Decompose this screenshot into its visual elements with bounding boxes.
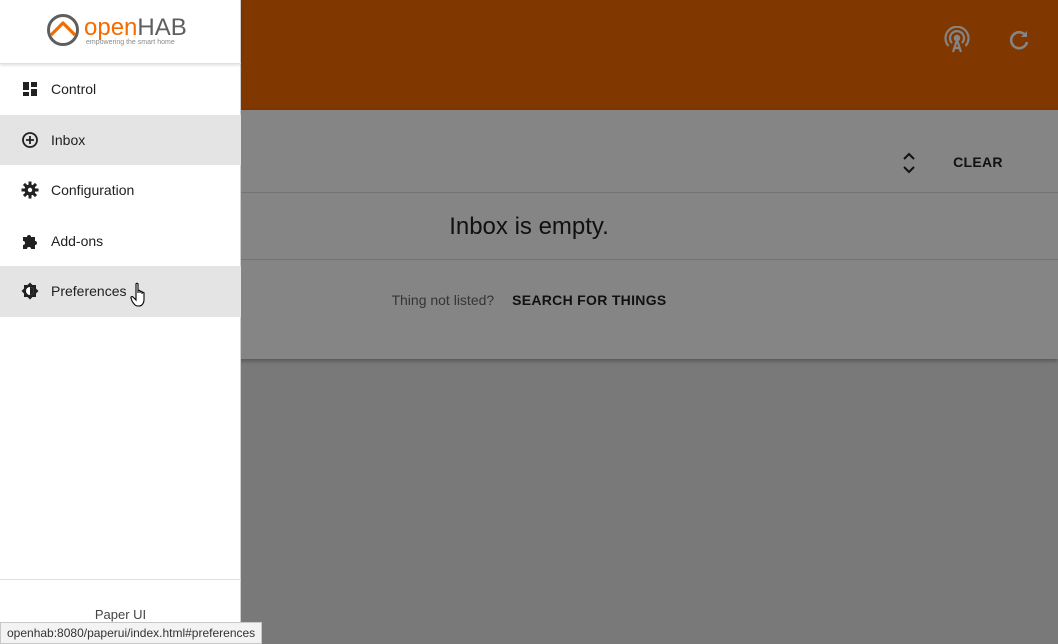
browser-status-bar: openhab:8080/paperui/index.html#preferen… [0, 622, 263, 644]
logo-wordmark: openHAB [84, 15, 187, 41]
menu-item-label: Configuration [51, 182, 135, 199]
nav-drawer: openHAB empowering the smart home Contro… [0, 0, 241, 644]
menu-item-inbox[interactable]: Inbox [0, 114, 241, 165]
menu-item-configuration[interactable]: Configuration [0, 165, 241, 216]
menu-item-control[interactable]: Control [0, 64, 241, 115]
hand-cursor-icon [130, 282, 150, 308]
add-circle-icon [21, 131, 39, 149]
logo-tagline: empowering the smart home [86, 39, 175, 46]
dashboard-icon [21, 80, 39, 98]
menu-item-label: Add-ons [51, 232, 104, 249]
logo-open: open [84, 14, 138, 41]
menu-item-label: Inbox [51, 131, 86, 148]
openhab-logo[interactable]: openHAB empowering the smart home [46, 13, 196, 51]
drawer-header: openHAB empowering the smart home [0, 0, 241, 64]
menu-item-label: Control [51, 81, 97, 98]
brightness-icon [21, 282, 39, 300]
openhab-logo-icon [47, 14, 79, 46]
logo-hab: HAB [137, 14, 187, 41]
menu-item-addons[interactable]: Add-ons [0, 216, 241, 267]
drawer-menu: Control Inbox Configuration Add-ons Pref… [0, 64, 241, 317]
paper-ui-label: Paper UI [94, 607, 147, 622]
puzzle-icon [21, 232, 39, 250]
menu-item-preferences[interactable]: Preferences [0, 266, 241, 317]
menu-item-label: Preferences [51, 283, 127, 300]
gear-icon [21, 181, 39, 199]
